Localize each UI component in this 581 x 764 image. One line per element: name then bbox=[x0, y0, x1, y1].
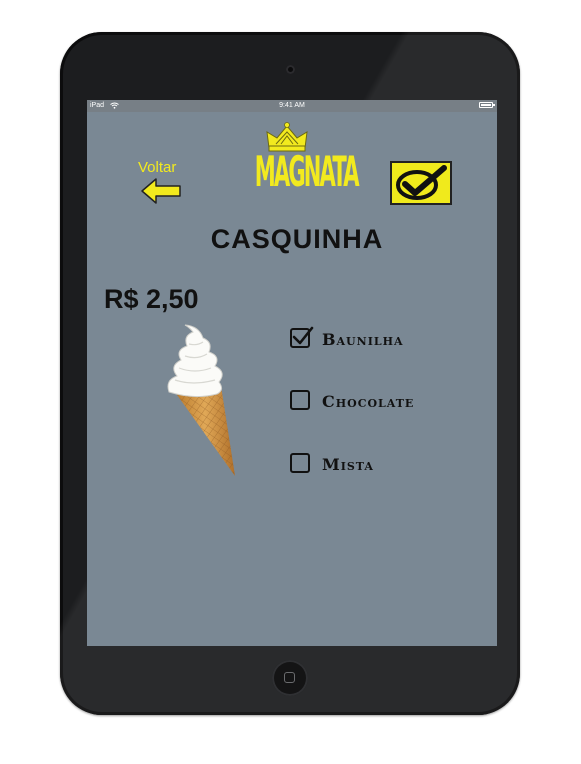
back-button-label: Voltar bbox=[138, 159, 177, 176]
status-time: 9:41 AM bbox=[279, 102, 305, 109]
camera bbox=[286, 65, 295, 74]
flavor-label-mista: Mista bbox=[322, 455, 374, 474]
magnata-logo: MAGNATA bbox=[235, 122, 360, 198]
app-screen: iPad 9:41 AM Voltar MAGNATA CASQUINHA R$… bbox=[87, 100, 497, 646]
back-button[interactable]: Voltar bbox=[136, 157, 196, 209]
back-arrow-icon bbox=[141, 178, 181, 204]
checkbox-mista[interactable] bbox=[290, 453, 310, 473]
flavor-label-baunilha: Baunilha bbox=[322, 330, 404, 349]
logo-text: MAGNATA bbox=[254, 148, 360, 197]
battery-icon bbox=[479, 102, 495, 108]
product-price: R$ 2,50 bbox=[104, 284, 199, 314]
ice-cream-cone-icon bbox=[167, 324, 235, 476]
checkbox-baunilha[interactable] bbox=[290, 326, 314, 348]
flavor-option-mista[interactable]: Mista bbox=[290, 451, 460, 479]
home-button-icon bbox=[284, 672, 295, 683]
flavor-option-baunilha[interactable]: Baunilha bbox=[290, 326, 460, 354]
checkmark-icon bbox=[396, 165, 447, 200]
flavor-option-chocolate[interactable]: Chocolate bbox=[290, 388, 460, 416]
flavor-label-chocolate: Chocolate bbox=[322, 392, 415, 411]
confirm-button[interactable] bbox=[390, 161, 452, 205]
product-title: CASQUINHA bbox=[210, 224, 384, 254]
status-bar: iPad 9:41 AM bbox=[87, 100, 497, 112]
checkmark-icon bbox=[292, 326, 314, 345]
checkbox-chocolate[interactable] bbox=[290, 390, 310, 410]
